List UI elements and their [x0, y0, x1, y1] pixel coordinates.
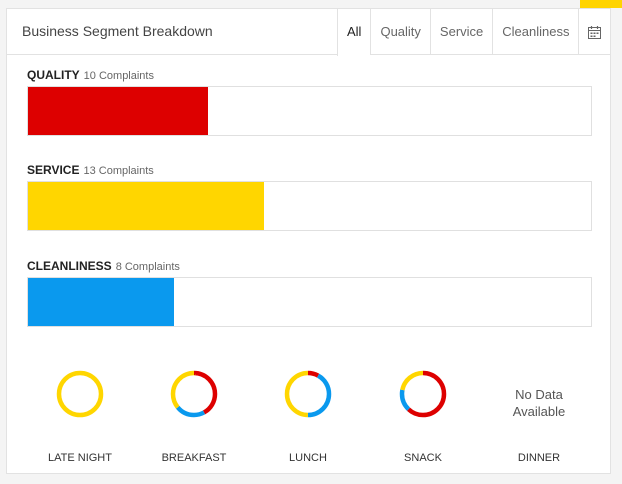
donut-late-night: LATE NIGHT	[25, 369, 135, 464]
donut-slice	[56, 370, 104, 418]
tab-quality[interactable]: Quality	[370, 9, 429, 55]
calendar-button[interactable]	[578, 9, 610, 55]
segment-count: 8 Complaints	[115, 261, 180, 273]
donut-label: BREAKFAST	[161, 452, 227, 464]
segment-quality: QUALITY 10 Complaints	[27, 66, 592, 136]
segment-label: SERVICE	[27, 163, 80, 177]
panel-title: Business Segment Breakdown	[22, 23, 213, 39]
segment-bar-track	[27, 277, 592, 327]
segment-bar-track	[27, 86, 592, 136]
tab-cleanliness[interactable]: Cleanliness	[492, 9, 578, 55]
filter-tabs: All Quality Service Cleanliness	[337, 9, 610, 56]
donut-chart	[170, 370, 218, 418]
donut-chart	[399, 370, 447, 418]
donut-chart	[56, 370, 104, 418]
segment-service: SERVICE 13 Complaints	[27, 161, 592, 231]
tab-all[interactable]: All	[337, 9, 371, 56]
meal-period-donuts: LATE NIGHT BREAKFAST LUNCH SNACK No Data…	[7, 369, 610, 469]
segment-bar-fill	[28, 182, 264, 230]
donut-label: DINNER	[517, 452, 561, 464]
donut-label: LUNCH	[289, 452, 327, 464]
donut-snack: SNACK	[368, 369, 478, 464]
tab-service[interactable]: Service	[429, 9, 492, 55]
segment-count: 13 Complaints	[83, 165, 154, 177]
segment-breakdown-panel: Business Segment Breakdown All Quality S…	[6, 8, 611, 474]
segment-cleanliness: CLEANLINESS 8 Complaints	[27, 257, 592, 327]
no-data-message: No Data Available	[484, 386, 594, 420]
donut-label: SNACK	[404, 452, 442, 464]
calendar-icon	[588, 25, 602, 39]
segment-bar-fill	[28, 87, 208, 135]
panel-header: Business Segment Breakdown All Quality S…	[7, 9, 610, 56]
segment-label: QUALITY	[27, 68, 80, 82]
no-data-line: Available	[512, 404, 566, 419]
segment-count: 10 Complaints	[83, 70, 154, 82]
corner-accent	[580, 0, 622, 8]
segment-bar-fill	[28, 278, 174, 326]
donut-dinner: No Data Available DINNER	[484, 369, 594, 464]
segment-label: CLEANLINESS	[27, 259, 112, 273]
donut-breakfast: BREAKFAST	[139, 369, 249, 464]
donut-chart	[284, 370, 332, 418]
no-data-line: No Data	[515, 387, 563, 402]
segment-bar-track	[27, 181, 592, 231]
donut-lunch: LUNCH	[253, 369, 363, 464]
donut-label: LATE NIGHT	[48, 452, 112, 464]
